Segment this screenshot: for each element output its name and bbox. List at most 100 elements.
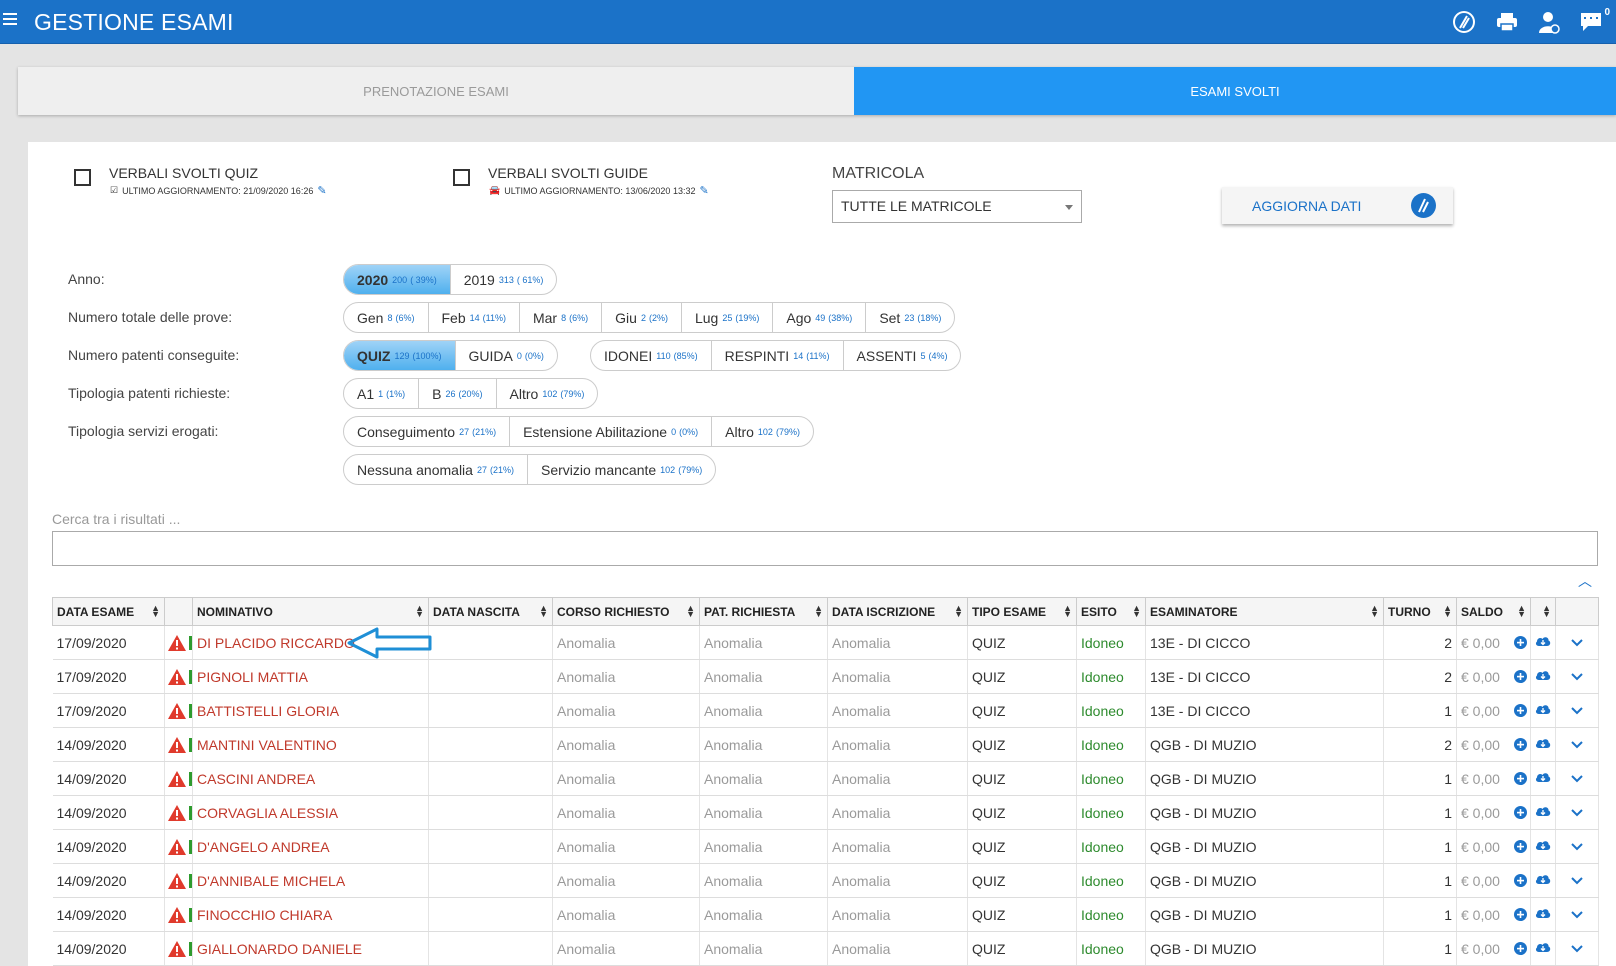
cloud-download-icon[interactable] [1535,669,1551,681]
search-input[interactable] [52,531,1598,566]
servizi-pill[interactable]: Altro102(79%) [712,417,813,446]
table-row[interactable]: 17/09/2020DI PLACIDO RICCARDOAnomaliaAno… [53,626,1599,660]
cell-nominativo[interactable]: CORVAGLIA ALESSIA [193,796,429,830]
pill-label: Altro [510,386,539,402]
chevron-down-icon[interactable] [1571,775,1583,783]
prove-pill[interactable]: Lug25(19%) [682,303,773,332]
prove-pill[interactable]: Ago49(38%) [773,303,866,332]
tab-prenotazione-esami[interactable]: PRENOTAZIONE ESAMI [18,67,854,115]
verbali-guide-checkbox[interactable] [453,169,470,186]
col-nominativo[interactable]: NOMINATIVO▲▼ [193,598,429,626]
col-tipo-esame[interactable]: TIPO ESAME▲▼ [968,598,1077,626]
cloud-download-icon[interactable] [1535,873,1551,885]
cloud-download-icon[interactable] [1535,839,1551,851]
menu-icon[interactable] [3,13,17,29]
cloud-download-icon[interactable] [1535,771,1551,783]
chevron-down-icon[interactable] [1571,945,1583,953]
esito-pill[interactable]: RESPINTI14(11%) [712,341,844,370]
col-actions[interactable]: ▲▼ [1531,598,1556,626]
cell-nominativo[interactable]: MANTINI VALENTINO [193,728,429,762]
anomalie-pill[interactable]: Nessuna anomalia27(21%) [344,455,528,484]
col-saldo[interactable]: SALDO▲▼ [1457,598,1531,626]
add-circle-icon[interactable] [1514,942,1527,955]
patenti-pill[interactable]: QUIZ129(100%) [344,341,456,370]
chevron-down-icon[interactable] [1571,877,1583,885]
col-corso-richiesto[interactable]: CORSO RICHIESTO▲▼ [553,598,700,626]
col-data-nascita[interactable]: DATA NASCITA▲▼ [429,598,553,626]
col-data-esame[interactable]: DATA ESAME▲▼ [53,598,165,626]
prove-pill[interactable]: Gen8(6%) [344,303,429,332]
chevron-down-icon[interactable] [1571,741,1583,749]
user-icon[interactable] [1536,9,1562,35]
add-circle-icon[interactable] [1514,772,1527,785]
cloud-download-icon[interactable] [1535,703,1551,715]
cell-nominativo[interactable]: D'ANNIBALE MICHELA [193,864,429,898]
edit-pencil-icon[interactable]: ✎ [699,184,708,197]
servizi-pill[interactable]: Estensione Abilitazione0(0%) [510,417,712,446]
chevron-down-icon[interactable] [1571,911,1583,919]
add-circle-icon[interactable] [1514,738,1527,751]
chevron-up-icon[interactable]: ︿ [1578,571,1592,591]
add-circle-icon[interactable] [1514,840,1527,853]
add-circle-icon[interactable] [1514,704,1527,717]
verbali-quiz-checkbox[interactable] [74,169,91,186]
col-pat-richiesta[interactable]: PAT. RICHIESTA▲▼ [700,598,828,626]
edit-pencil-icon[interactable]: ✎ [317,184,326,197]
cell-nominativo[interactable]: D'ANGELO ANDREA [193,830,429,864]
anomalie-pill[interactable]: Servizio mancante102(79%) [528,455,715,484]
print-icon[interactable] [1494,9,1520,35]
cell-nominativo[interactable]: PIGNOLI MATTIA [193,660,429,694]
add-circle-icon[interactable] [1514,670,1527,683]
servizi-pill[interactable]: Conseguimento27(21%) [344,417,510,446]
cloud-download-icon[interactable] [1535,737,1551,749]
add-circle-icon[interactable] [1514,636,1527,649]
saldo-value: € 0,00 [1461,941,1500,957]
anno-pill[interactable]: 2019313( 61%) [451,265,557,294]
col-data-iscrizione[interactable]: DATA ISCRIZIONE▲▼ [828,598,968,626]
esito-pill[interactable]: IDONEI110(85%) [591,341,712,370]
cell-nominativo[interactable]: CASCINI ANDREA [193,762,429,796]
table-row[interactable]: 14/09/2020D'ANGELO ANDREAAnomaliaAnomali… [53,830,1599,864]
aggiorna-dati-button[interactable]: AGGIORNA DATI [1222,187,1453,224]
prove-pill[interactable]: Giu2(2%) [602,303,682,332]
prove-pill[interactable]: Set23(18%) [866,303,954,332]
messages-icon[interactable]: 0 [1578,9,1604,35]
col-esito[interactable]: ESITO▲▼ [1077,598,1146,626]
col-turno[interactable]: TURNO▲▼ [1384,598,1457,626]
table-row[interactable]: 14/09/2020CORVAGLIA ALESSIAAnomaliaAnoma… [53,796,1599,830]
table-row[interactable]: 17/09/2020PIGNOLI MATTIAAnomaliaAnomalia… [53,660,1599,694]
matricola-select[interactable]: TUTTE LE MATRICOLE [832,190,1082,223]
esito-pill[interactable]: ASSENTI5(4%) [844,341,961,370]
add-circle-icon[interactable] [1514,874,1527,887]
add-circle-icon[interactable] [1514,908,1527,921]
table-row[interactable]: 14/09/2020D'ANNIBALE MICHELAAnomaliaAnom… [53,864,1599,898]
chevron-down-icon[interactable] [1571,673,1583,681]
tipologia-pill[interactable]: A11(1%) [344,379,419,408]
cell-nominativo[interactable]: GIALLONARDO DANIELE [193,932,429,966]
prove-pill[interactable]: Mar8(6%) [520,303,602,332]
table-row[interactable]: 14/09/2020FINOCCHIO CHIARAAnomaliaAnomal… [53,898,1599,932]
table-row[interactable]: 17/09/2020BATTISTELLI GLORIAAnomaliaAnom… [53,694,1599,728]
tipologia-pill[interactable]: B26(20%) [419,379,496,408]
cloud-download-icon[interactable] [1535,805,1551,817]
cloud-download-icon[interactable] [1535,635,1551,647]
table-row[interactable]: 14/09/2020CASCINI ANDREAAnomaliaAnomalia… [53,762,1599,796]
chevron-down-icon[interactable] [1571,843,1583,851]
tab-esami-svolti[interactable]: ESAMI SVOLTI [854,67,1616,115]
cloud-download-icon[interactable] [1535,907,1551,919]
chevron-down-icon[interactable] [1571,809,1583,817]
chevron-down-icon[interactable] [1571,707,1583,715]
table-row[interactable]: 14/09/2020MANTINI VALENTINOAnomaliaAnoma… [53,728,1599,762]
cell-nominativo[interactable]: BATTISTELLI GLORIA [193,694,429,728]
anno-pill[interactable]: 2020200( 39%) [344,265,451,294]
table-row[interactable]: 14/09/2020GIALLONARDO DANIELEAnomaliaAno… [53,932,1599,966]
prove-pill[interactable]: Feb14(11%) [429,303,520,332]
app-logo-icon[interactable] [1451,9,1477,35]
tipologia-pill[interactable]: Altro102(79%) [497,379,598,408]
col-esaminatore[interactable]: ESAMINATORE▲▼ [1146,598,1384,626]
cloud-download-icon[interactable] [1535,941,1551,953]
add-circle-icon[interactable] [1514,806,1527,819]
patenti-pill[interactable]: GUIDA0(0%) [456,341,557,370]
chevron-down-icon[interactable] [1571,639,1583,647]
cell-nominativo[interactable]: FINOCCHIO CHIARA [193,898,429,932]
